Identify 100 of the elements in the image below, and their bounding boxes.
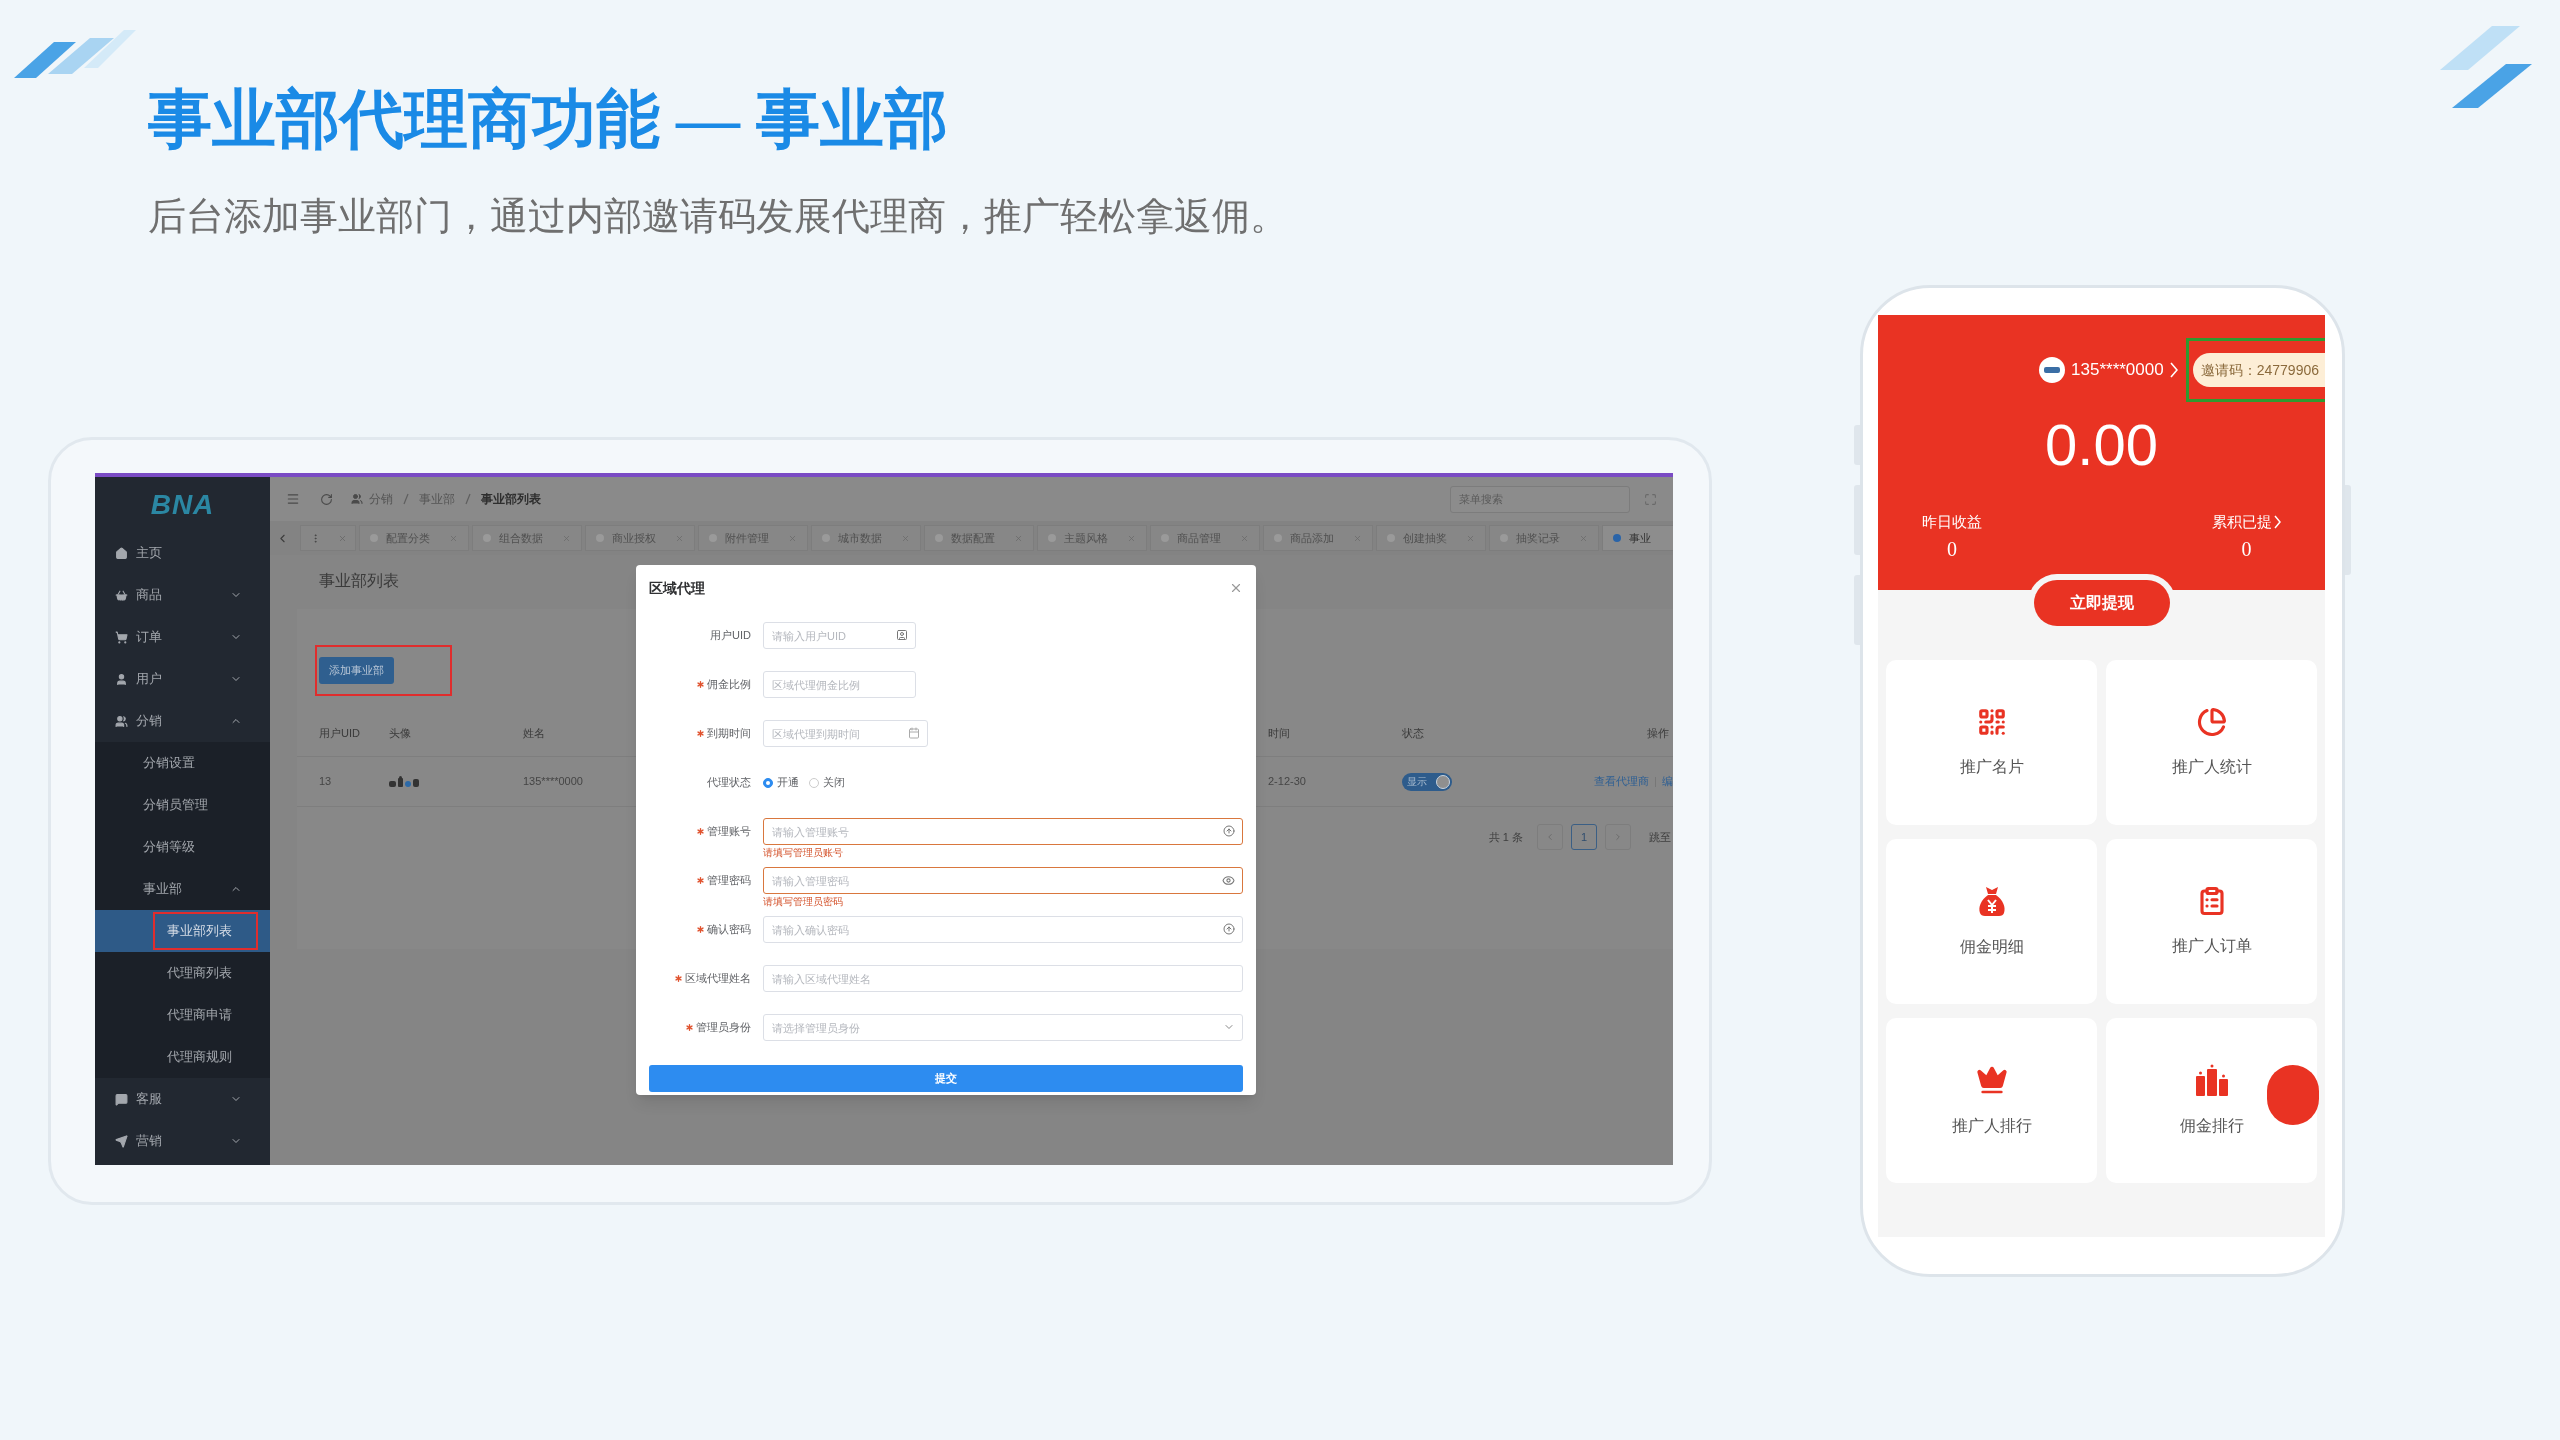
basket-icon <box>115 588 128 602</box>
radio-option[interactable]: 开通 <box>763 774 799 791</box>
breadcrumb-link[interactable]: 事业部列表 <box>481 490 541 508</box>
fullscreen-icon[interactable] <box>1644 492 1657 506</box>
required-mark-icon <box>686 1024 693 1031</box>
column-header: 操作 <box>1647 726 1669 742</box>
column-header: 状态 <box>1402 727 1424 740</box>
menu-label: 推广名片 <box>1959 756 2024 777</box>
sidebar-label: 代理商规则 <box>167 1048 232 1067</box>
close-icon[interactable] <box>1579 533 1588 543</box>
sidebar-item[interactable]: 代理商列表 <box>95 952 270 994</box>
radio-option[interactable]: 关闭 <box>809 774 845 791</box>
column-header: 姓名 <box>523 727 545 740</box>
field-label: 确认密码 <box>707 922 751 938</box>
menu-label: 佣金排行 <box>2179 1115 2244 1136</box>
menu-card[interactable]: 佣金排行 <box>2106 1018 2317 1183</box>
sidebar-label: 事业部列表 <box>167 922 232 941</box>
sidebar-item[interactable]: 分销设置 <box>95 742 270 784</box>
sidebar-item[interactable]: 事业部 <box>95 868 270 910</box>
invite-code-badge: 邀请码：24779906 <box>2192 353 2325 387</box>
money-bag-icon <box>1976 884 2007 917</box>
close-icon[interactable] <box>1353 533 1362 543</box>
column-header: 时间 <box>1268 727 1290 740</box>
close-icon[interactable] <box>562 533 571 543</box>
input-field[interactable]: 请输入管理账号 <box>763 818 1243 845</box>
avatar-icon <box>2039 357 2066 383</box>
required-mark-icon <box>697 730 704 737</box>
cart-icon <box>115 630 128 644</box>
sidebar-item[interactable]: 代理商规则 <box>95 1036 270 1078</box>
sidebar-label: 分销等级 <box>143 838 195 857</box>
stat-value: 0 <box>2241 536 2252 562</box>
close-icon[interactable] <box>337 533 347 543</box>
menu-label: 推广人排行 <box>1951 1115 2032 1136</box>
tab[interactable] <box>300 525 356 551</box>
menu-card[interactable]: 推广人订单 <box>2106 839 2317 1004</box>
menu-card[interactable]: 推广名片 <box>1886 660 2097 825</box>
pie-chart-icon <box>2196 706 2227 737</box>
send-icon <box>115 1134 128 1148</box>
sidebar-item[interactable]: 订单 <box>95 616 270 658</box>
close-icon[interactable] <box>1240 533 1249 543</box>
column-header: 头像 <box>389 727 411 740</box>
input-field[interactable]: 请输入管理密码 <box>763 867 1243 894</box>
close-icon[interactable] <box>1127 533 1136 543</box>
status-toggle[interactable]: 显示 <box>1402 772 1452 791</box>
menu-card[interactable]: 推广人排行 <box>1886 1018 2097 1183</box>
menu-card[interactable]: 佣金明细 <box>1886 839 2097 1004</box>
field-label: 佣金比例 <box>707 677 751 693</box>
required-mark-icon <box>675 975 682 982</box>
sidebar-label: 主页 <box>136 544 162 563</box>
field-label: 代理状态 <box>707 775 751 791</box>
close-icon[interactable] <box>901 533 910 543</box>
chat-icon <box>115 1092 128 1106</box>
sidebar-item[interactable]: 营销 <box>95 1120 270 1162</box>
id-card-icon <box>896 629 908 641</box>
qr-code-icon <box>1976 706 2007 737</box>
page-button[interactable]: 1 <box>1571 824 1597 850</box>
total-count: 共 1 条 <box>1488 829 1523 845</box>
sidebar-item[interactable]: 分销 <box>95 700 270 742</box>
add-department-button[interactable]: 添加事业部 <box>319 657 394 684</box>
sidebar-item[interactable]: 客服 <box>95 1078 270 1120</box>
withdraw-button[interactable]: 立即提现 <box>2033 580 2170 626</box>
sidebar-item[interactable]: 分销员管理 <box>95 784 270 826</box>
menu-icon[interactable] <box>286 492 300 506</box>
sidebar-item[interactable]: 主页 <box>95 532 270 574</box>
close-icon[interactable] <box>675 533 684 543</box>
group-icon <box>115 714 128 728</box>
group-icon <box>351 493 363 505</box>
column-header: 用户UID <box>319 727 360 740</box>
slide-title: 事业部代理商功能 — 事业部 <box>148 83 949 157</box>
menu-label: 推广人订单 <box>2171 935 2252 956</box>
close-icon[interactable] <box>1466 533 1475 543</box>
logo: BNA <box>150 487 215 522</box>
required-mark-icon <box>697 926 704 933</box>
sidebar-label: 分销员管理 <box>143 796 208 815</box>
close-icon[interactable] <box>788 533 797 543</box>
stat-value: 0 <box>1947 536 1957 562</box>
field-label: 管理账号 <box>707 824 751 840</box>
tab[interactable]: 事业 <box>1602 525 1673 551</box>
stat-label[interactable]: 累积已提 <box>2212 511 2272 534</box>
eye-icon <box>1222 874 1235 887</box>
sidebar-item[interactable]: 用户 <box>95 658 270 700</box>
slash-separator-icon <box>465 493 471 505</box>
chevron-right-icon <box>2274 515 2281 530</box>
sidebar-item[interactable]: 商品 <box>95 574 270 616</box>
home-icon <box>115 546 128 560</box>
close-icon[interactable] <box>1014 533 1023 543</box>
close-icon[interactable] <box>1229 581 1243 595</box>
menu-card[interactable]: 推广人统计 <box>2106 660 2317 825</box>
sidebar-item[interactable]: 事业部列表 <box>95 910 270 952</box>
refresh-icon[interactable] <box>320 492 333 506</box>
submit-button[interactable]: 提交 <box>649 1065 1243 1092</box>
stat-label: 昨日收益 <box>1922 512 1982 532</box>
select-field[interactable]: 请选择管理员身份 <box>763 1014 1243 1041</box>
sidebar-item[interactable]: 分销等级 <box>95 826 270 868</box>
close-icon[interactable] <box>449 533 458 543</box>
sidebar-label: 客服 <box>136 1090 162 1109</box>
sidebar-item[interactable]: 代理商申请 <box>95 994 270 1036</box>
chevron-right-icon <box>2169 362 2178 378</box>
user-icon <box>115 672 128 686</box>
user-phone[interactable]: 135****0000 <box>2071 357 2164 383</box>
